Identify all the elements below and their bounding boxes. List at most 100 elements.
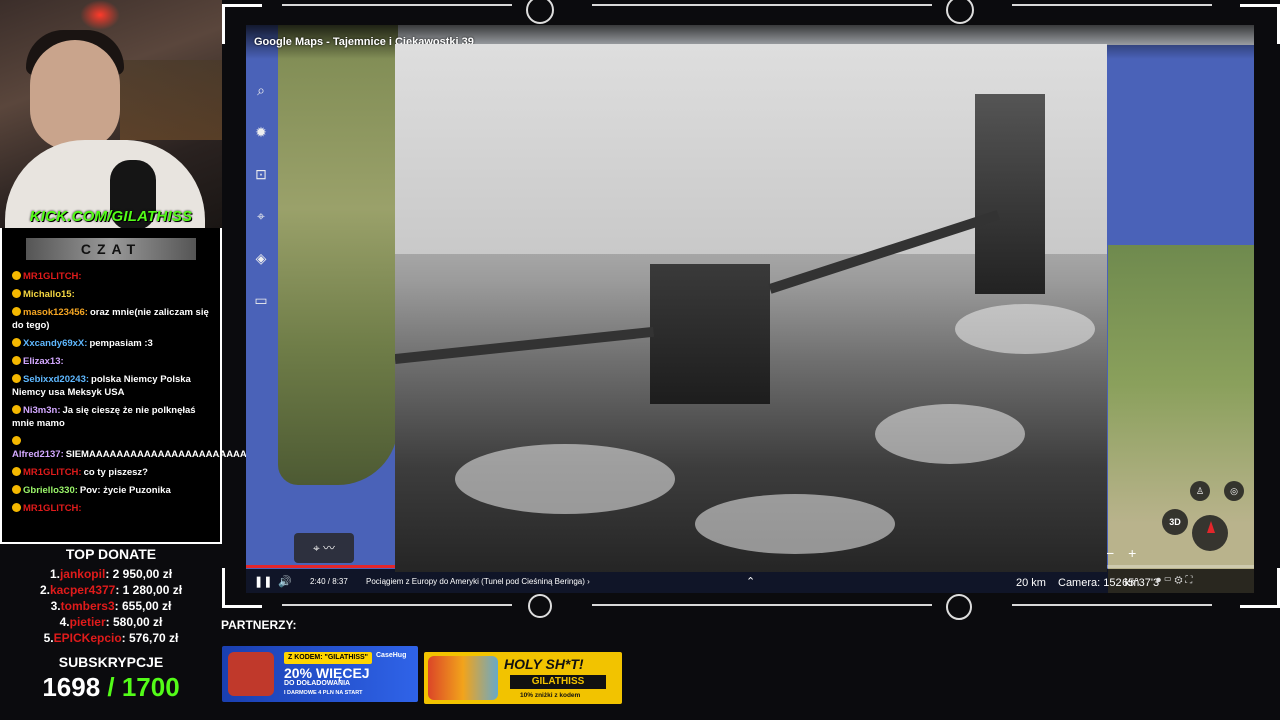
webcam-feed	[0, 0, 222, 228]
zoom-out-button[interactable]: −	[1106, 545, 1114, 561]
brand-logo-icon	[528, 594, 552, 618]
player-controls: ❚❚ 🔊 2:40 / 8:37 Pociągiem z Europy do A…	[246, 569, 1254, 593]
badge-icon	[12, 436, 21, 445]
chat-message: MR1GLITCH:	[12, 270, 210, 283]
donor-name: pietier	[69, 615, 106, 629]
layers-icon[interactable]: ◈	[246, 237, 276, 279]
video-time: 2:40 / 8:37	[310, 577, 348, 586]
donor-amount: : 2 950,00 zł	[105, 567, 173, 581]
banner-code: GILATHISS	[510, 675, 606, 689]
holy-banner[interactable]: HOLY SH*T! GILATHISS 10% zniżki z kodem	[424, 652, 622, 704]
brand-logo-icon	[526, 0, 554, 24]
chat-message: MR1GLITCH:	[12, 502, 210, 515]
chat-message: Alfred2137:SIEMAAAAAAAAAAAAAAAAAAAAAAAAA…	[12, 435, 425, 461]
chat-username[interactable]: Gbriello330:	[23, 485, 78, 496]
chat-text: pempasiam :3	[89, 338, 153, 349]
banner-headline: 20% WIĘCEJ	[284, 665, 370, 681]
map-pin-path-controls[interactable]: ⌖ 〰	[294, 533, 354, 563]
top-donate-panel: TOP DONATE 1.jankopil: 2 950,00 zł 2.kacp…	[0, 544, 222, 656]
settings-icon[interactable]: ✹	[246, 111, 276, 153]
chat-text: co ty piszesz?	[83, 467, 148, 478]
chat-username[interactable]: Ni3m3n:	[23, 405, 60, 416]
banner-sub: 10% zniżki z kodem	[520, 692, 581, 699]
donor-rank: 4.	[59, 615, 70, 629]
badge-icon	[12, 467, 21, 476]
pegman-icon[interactable]: ♙	[1190, 481, 1210, 501]
chat-message: Xxcandy69xX: pempasiam :3	[12, 337, 210, 350]
chat-message: MR1GLITCH: co ty piszesz?	[12, 466, 210, 479]
map-toolbar: ⌕ ✹ ⊡ ⌖ ◈ ▭	[246, 69, 276, 321]
coordinates: 65°37'3	[1122, 577, 1160, 589]
donor-row: 1.jankopil: 2 950,00 zł	[0, 566, 222, 582]
video-chapter[interactable]: Pociągiem z Europy do Ameryki (Tunel pod…	[366, 577, 590, 586]
pin-icon[interactable]: ⌖	[246, 195, 276, 237]
chat-username[interactable]: masok123456:	[23, 307, 88, 318]
donor-name: EPICKepcio	[53, 631, 122, 645]
partners-label: PARTNERZY:	[221, 618, 297, 632]
donor-rank: 3.	[50, 599, 61, 613]
chat-username[interactable]: MR1GLITCH:	[23, 271, 82, 282]
player-settings-icons[interactable]: ⏺ ▭ ⚙ ⛶	[1156, 575, 1192, 586]
badge-icon	[12, 503, 21, 512]
badge-icon	[12, 485, 21, 494]
subs-goal: / 1700	[100, 672, 180, 702]
zoom-in-button[interactable]: +	[1128, 545, 1136, 561]
donor-row: 3.tombers3: 655,00 zł	[0, 598, 222, 614]
chat-username[interactable]: Elizax13:	[23, 356, 64, 367]
donor-row: 2.kacper4377: 1 280,00 zł	[0, 582, 222, 598]
map-landmass	[1108, 245, 1254, 593]
compass-icon[interactable]	[1192, 515, 1228, 551]
top-donate-title: TOP DONATE	[65, 546, 157, 562]
chat-username[interactable]: Alfred2137:	[12, 449, 64, 460]
donor-rank: 1.	[49, 567, 60, 581]
donor-amount: : 576,70 zł	[121, 631, 179, 645]
donor-amount: : 580,00 zł	[105, 615, 163, 629]
bridge-tower	[975, 94, 1045, 294]
locate-icon[interactable]: ◎	[1224, 481, 1244, 501]
chat-message: Sebixxd20243: polska Niemcy Polska Niemcy…	[12, 373, 210, 399]
badge-icon	[12, 289, 21, 298]
chat-message: Michallo15:	[12, 288, 210, 301]
product-image	[428, 656, 498, 700]
subs-label: SUBSKRYPCJE	[58, 654, 164, 670]
donor-row: 5.EPICKepcio: 576,70 zł	[0, 630, 222, 646]
banner-headline: HOLY SH*T!	[504, 656, 584, 672]
kick-url: KICK.COM/GILATHISS	[29, 208, 193, 225]
chat-username[interactable]: Xxcandy69xX:	[23, 338, 87, 349]
banner-sub2: I DARMOWE 4 PLN NA START	[284, 690, 363, 696]
voyager-icon[interactable]: ⊡	[246, 153, 276, 195]
search-icon[interactable]: ⌕	[246, 69, 276, 111]
donor-rank: 5.	[43, 631, 54, 645]
chat-username[interactable]: MR1GLITCH:	[23, 467, 82, 478]
chevron-up-icon[interactable]: ⌃	[746, 575, 755, 588]
subs-count: 1698	[42, 672, 101, 702]
chat-messages: MR1GLITCH: Michallo15: masok123456: oraz mn…	[2, 266, 425, 524]
chat-panel: CZAT MR1GLITCH: Michallo15: masok123456: or…	[0, 228, 425, 544]
bridge-deck	[395, 326, 655, 364]
chat-message: masok123456: oraz mnie(nie zaliczam się d…	[12, 306, 210, 332]
bridge-pier	[650, 264, 770, 404]
chat-message: Gbriello330: Pov: życie Puzonika	[12, 484, 210, 497]
map-scale: 20 km	[1016, 577, 1046, 589]
donor-amount: : 1 280,00 zł	[115, 583, 183, 597]
badge-icon	[12, 338, 21, 347]
treasure-chest-icon	[228, 652, 274, 696]
ruler-icon[interactable]: ▭	[246, 279, 276, 321]
chat-title: CZAT	[26, 238, 196, 260]
badge-icon	[12, 405, 21, 414]
volume-icon[interactable]: 🔊	[278, 575, 292, 588]
chat-message: Ni3m3n: Ja się cieszę że nie polknęłaś mn…	[12, 404, 210, 430]
chat-username[interactable]: Michallo15:	[23, 289, 75, 300]
casehug-banner[interactable]: Z KODEM: "GILATHISS" CaseHug 20% WIĘCEJ …	[222, 646, 418, 702]
chat-text: Pov: życie Puzonika	[79, 485, 171, 496]
chat-username[interactable]: Sebixxd20243:	[23, 374, 89, 385]
pause-icon[interactable]: ❚❚	[254, 575, 272, 588]
banner-sub: DO DOŁADOWANIA	[284, 680, 351, 687]
stream-layout: KICK.COM/GILATHISS CZAT MR1GLITCH: Michal…	[0, 0, 1280, 720]
chat-username[interactable]: MR1GLITCH:	[23, 503, 82, 514]
donor-name: jankopil	[59, 567, 106, 581]
zoom-controls: − +	[1106, 545, 1136, 561]
donor-amount: : 655,00 zł	[114, 599, 172, 613]
3d-toggle-button[interactable]: 3D	[1162, 509, 1188, 535]
donor-name: kacper4377	[49, 583, 116, 597]
